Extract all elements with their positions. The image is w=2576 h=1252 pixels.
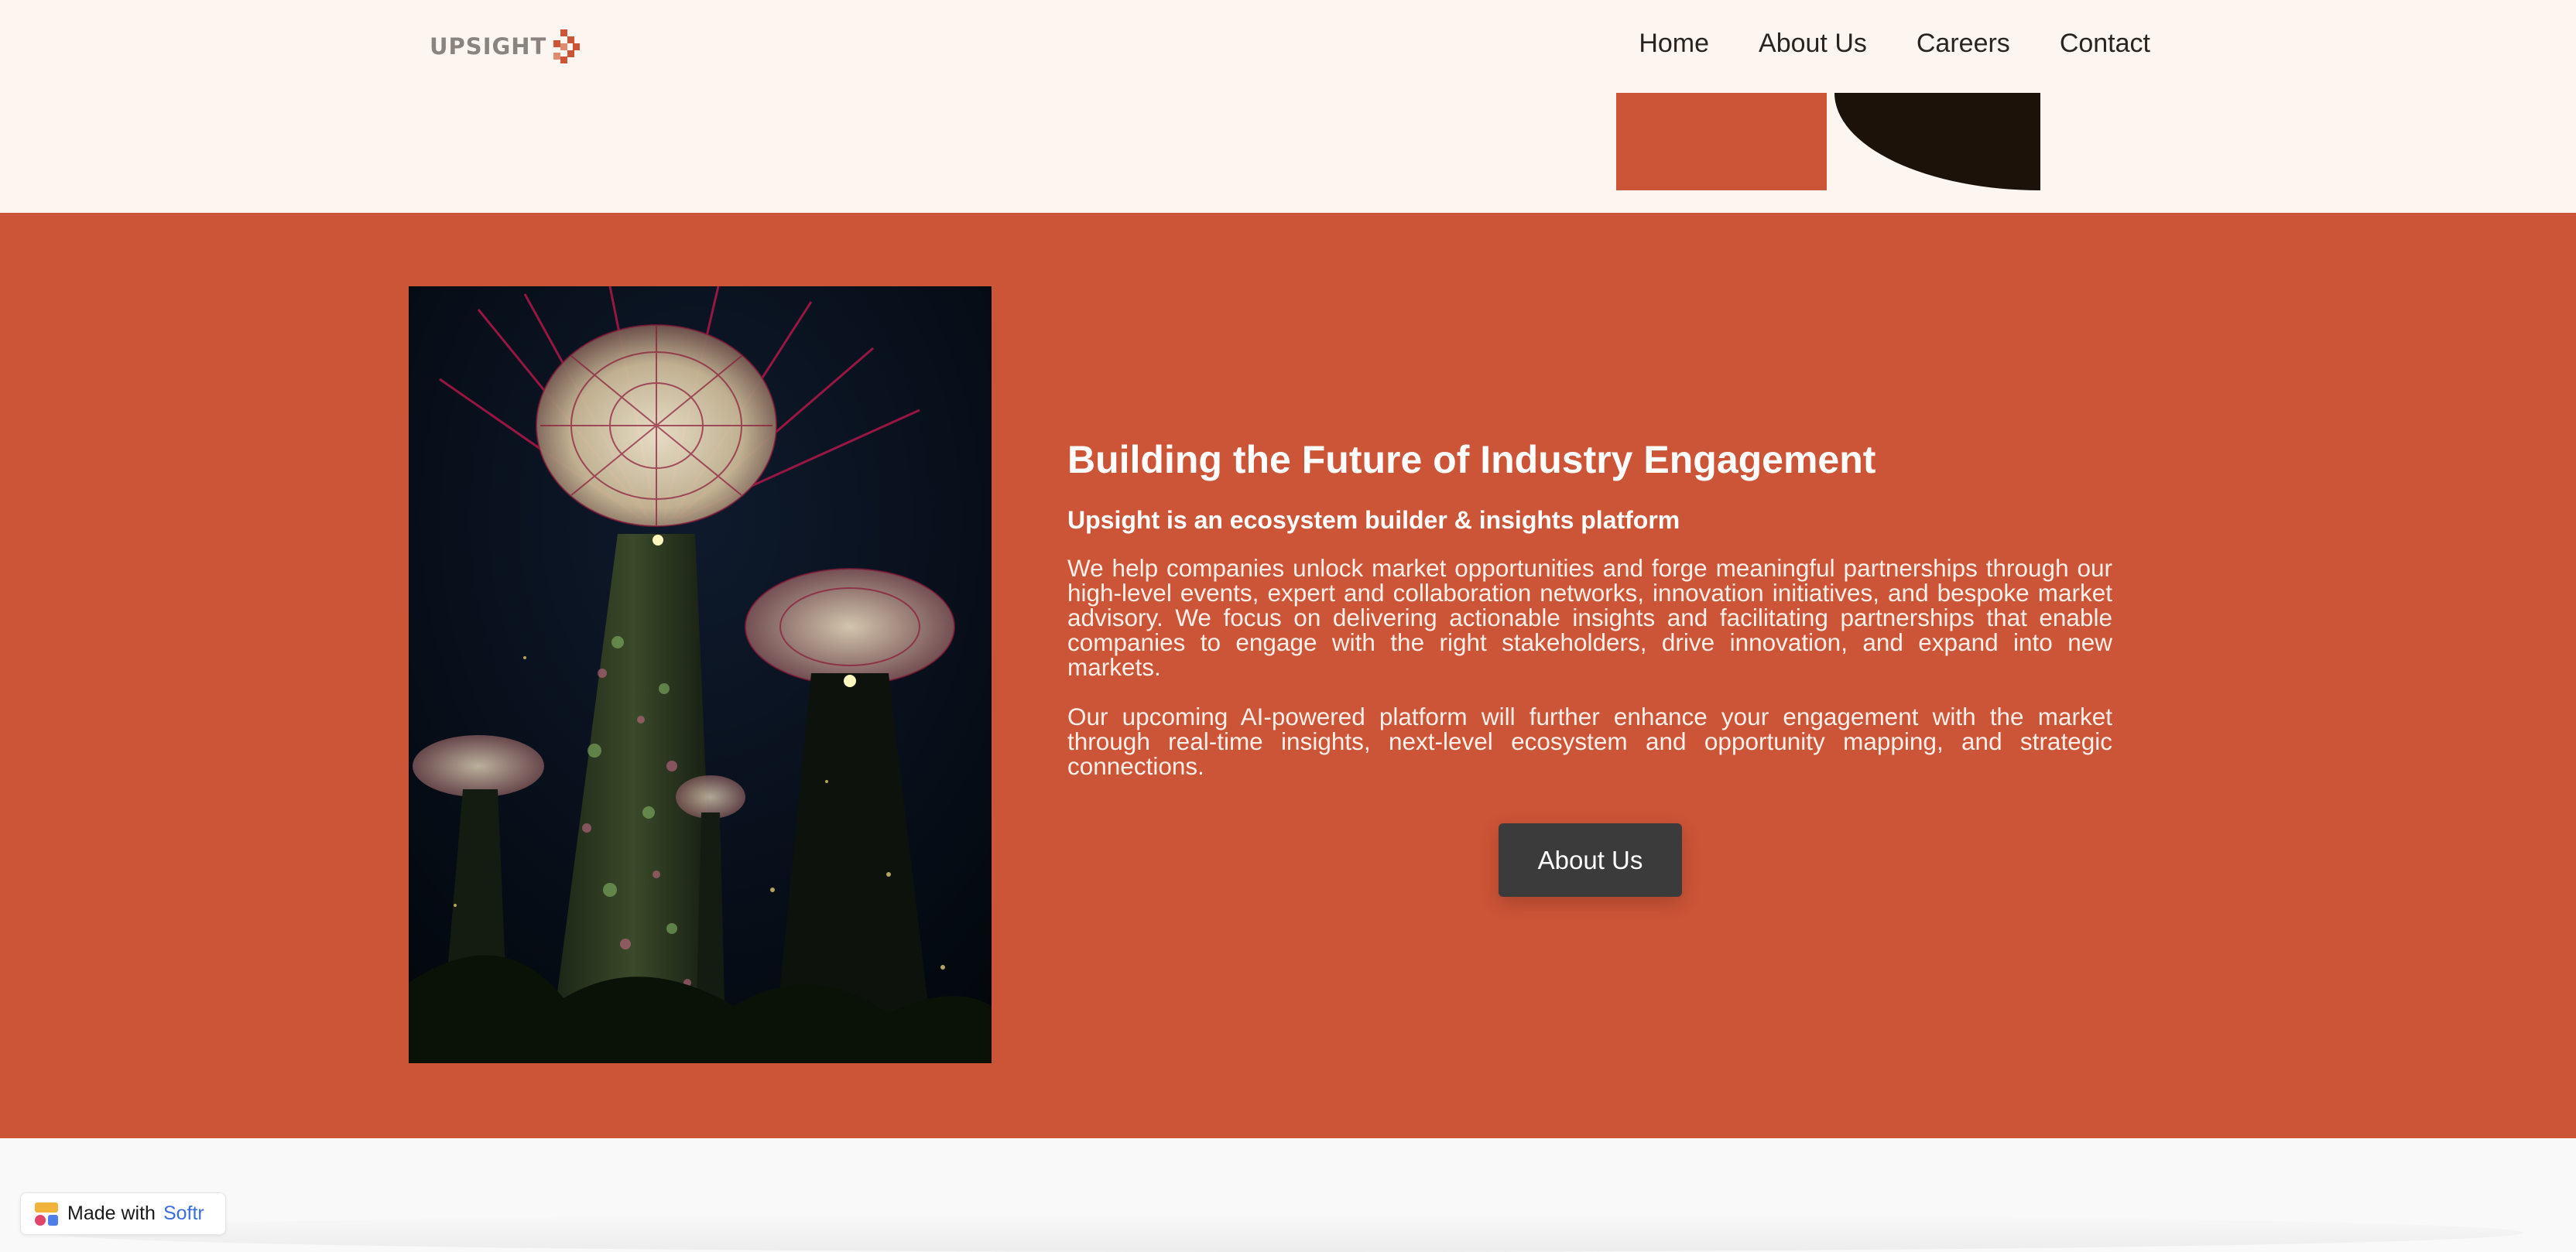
hero-paragraph-2: Our upcoming AI-powered platform will fu… [1067,703,2112,780]
site-header: UPSIGHT Home About Us Careers Contact [0,0,2576,213]
badge-made-with-text: Made with [67,1202,156,1224]
nav-home[interactable]: Home [1639,25,1709,62]
nav-about-us[interactable]: About Us [1759,25,1867,62]
nav-contact[interactable]: Contact [2060,25,2150,62]
nav-careers[interactable]: Careers [1917,25,2010,62]
hero-content: Building the Future of Industry Engageme… [1067,435,2112,803]
pixel-arrow-logo-icon [553,29,581,63]
main-nav: Home About Us Careers Contact [1639,25,2150,62]
logo-text: UPSIGHT [430,33,547,60]
hero-section: Building the Future of Industry Engageme… [0,213,2576,1138]
about-us-button-wrap: About Us [1499,823,1682,897]
decorative-orange-block [1616,93,1827,190]
about-us-button[interactable]: About Us [1499,823,1682,897]
softr-logo-icon [35,1202,58,1226]
decorative-dark-quarter-circle [1834,93,2040,190]
hero-subtitle: Upsight is an ecosystem builder & insigh… [1067,506,1680,534]
badge-brand-link[interactable]: Softr [163,1202,204,1225]
supertree-image [409,286,992,1063]
hero-paragraph-1: We help companies unlock market opportun… [1067,554,2112,681]
section-shadow [46,1213,2523,1252]
made-with-softr-badge[interactable]: Made with Softr [20,1192,226,1235]
hero-title: Building the Future of Industry Engageme… [1067,438,1876,481]
supertree-night-photo [409,286,992,1063]
site-logo[interactable]: UPSIGHT [430,29,581,63]
